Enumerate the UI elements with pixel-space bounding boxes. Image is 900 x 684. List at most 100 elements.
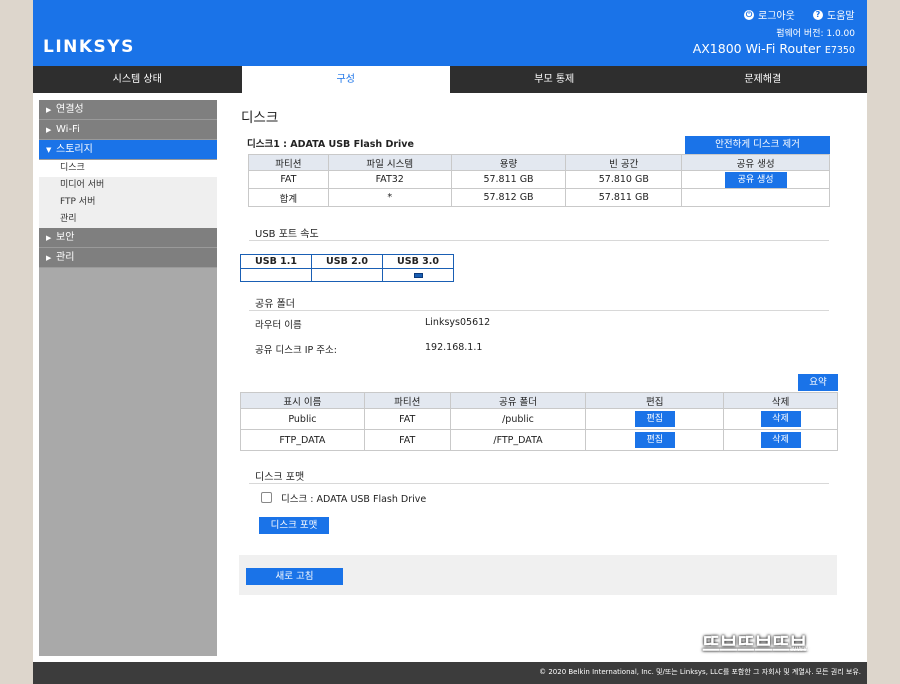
help-icon: ? [813,9,823,20]
col-header: 공유 폴더 [449,392,587,409]
format-disk-button[interactable]: 디스크 포맷 [259,517,329,534]
sidebar-sub-admin[interactable]: 관리 [39,211,217,228]
summary-button[interactable]: 요약 [798,374,838,391]
format-disk-checkbox[interactable] [261,492,272,503]
table-row: FTP_DATA FAT /FTP_DATA 편집 삭제 [240,429,838,451]
usb-cell [240,268,312,282]
col-header: 편집 [585,392,725,409]
logout-icon: ⏻ [744,9,754,20]
sidebar-item-label: 스토리지 [56,144,93,155]
router-name-label: 라우터 이름 [255,320,302,331]
disk-heading: 디스크1 : ADATA USB Flash Drive [247,139,414,150]
main-nav: 시스템 상태 구성 부모 통제 문제해결 [33,66,867,93]
cell: 57.812 GB [450,188,567,207]
router-name-value: Linksys05612 [425,317,491,328]
usb-cell [311,268,383,282]
edit-button[interactable]: 편집 [634,411,675,427]
format-section-title: 디스크 포맷 [255,472,305,483]
page-title: 디스크 [241,110,279,126]
tab-system-status[interactable]: 시스템 상태 [33,66,242,93]
cell: FTP_DATA [240,429,365,451]
router-admin-page: LINKSYS ⏻ 로그아웃 ? 도움말 펌웨어 버전: 1.0.00 AX18… [33,0,867,684]
usb-speed-table: USB 1.1 USB 2.0 USB 3.0 [240,254,454,282]
caret-right-icon: ▶ [46,126,52,134]
disk-table: 파티션 파일 시스템 용량 빈 공간 공유 생성 FAT FAT32 57.81… [248,154,830,207]
ip-label: 공유 디스크 IP 주소: [255,345,337,356]
col-header: 파티션 [363,392,451,409]
divider [249,310,829,311]
footer: © 2020 Belkin International, Inc. 및/또는 L… [33,662,867,684]
sidebar-sub-disk[interactable]: 디스크 [39,160,217,177]
caret-down-icon: ▼ [46,146,52,154]
sidebar-item-management[interactable]: ▶ 관리 [39,248,217,268]
usb-header: USB 3.0 [382,254,454,269]
cell: 삭제 [723,429,838,451]
share-table: 표시 이름 파티션 공유 폴더 편집 삭제 Public FAT /public… [240,392,838,451]
cell: FAT [363,429,451,451]
share-section-title: 공유 폴더 [255,299,295,310]
ip-value: 192.168.1.1 [425,342,483,353]
edit-button[interactable]: 편집 [634,432,675,448]
sidebar-item-label: Wi-Fi [56,124,80,135]
copyright-text: © 2020 Belkin International, Inc. 및/또는 L… [539,668,861,676]
cell: 공유 생성 [681,170,830,189]
usb-header: USB 2.0 [311,254,383,269]
tab-troubleshooting[interactable]: 문제해결 [659,66,868,93]
cell: 57.810 GB [565,170,683,189]
col-header: 파티션 [248,154,329,171]
refresh-button[interactable]: 새로 고침 [246,568,343,585]
col-header: 표시 이름 [240,392,365,409]
router-model: AX1800 Wi-Fi Router E7350 [693,41,855,56]
cell: 편집 [585,429,725,451]
table-row: Public FAT /public 편집 삭제 [240,408,838,430]
delete-button[interactable]: 삭제 [760,411,801,427]
model-code: E7350 [824,45,855,56]
help-link[interactable]: ? 도움말 [813,7,855,22]
header-bar: LINKSYS ⏻ 로그아웃 ? 도움말 펌웨어 버전: 1.0.00 AX18… [33,0,867,66]
divider [249,483,829,484]
create-share-button[interactable]: 공유 생성 [724,171,787,188]
safe-remove-button[interactable]: 안전하게 디스크 제거 [685,136,830,154]
sidebar-item-label: 연결성 [56,104,84,115]
action-bar: 새로 고침 [239,555,837,595]
sidebar-item-label: 관리 [56,252,75,263]
table-row: 합계 * 57.812 GB 57.811 GB [248,188,830,207]
table-row: FAT FAT32 57.811 GB 57.810 GB 공유 생성 [248,170,830,189]
cell: FAT [363,408,451,430]
tab-configuration[interactable]: 구성 [241,66,450,93]
logout-link[interactable]: ⏻ 로그아웃 [744,7,795,22]
caret-right-icon: ▶ [46,106,52,114]
sidebar-item-label: 보안 [56,232,75,243]
col-header: 공유 생성 [681,154,830,171]
sidebar: ▶ 연결성 ▶ Wi-Fi ▼ 스토리지 디스크 미디어 서버 FTP 서버 관리 ▶… [39,100,217,656]
sidebar-item-security[interactable]: ▶ 보안 [39,228,217,248]
usb-port-icon [413,272,423,278]
col-header: 빈 공간 [565,154,683,171]
linksys-logo: LINKSYS [43,37,135,57]
col-header: 삭제 [723,392,838,409]
logout-label: 로그아웃 [758,11,795,22]
sidebar-item-connectivity[interactable]: ▶ 연결성 [39,100,217,120]
cell: 57.811 GB [565,188,683,207]
tab-parental-control[interactable]: 부모 통제 [450,66,659,93]
usb-section-title: USB 포트 속도 [255,229,319,240]
sidebar-item-wifi[interactable]: ▶ Wi-Fi [39,120,217,140]
col-header: 파일 시스템 [327,154,452,171]
sidebar-item-storage[interactable]: ▼ 스토리지 [39,140,217,160]
firmware-version: 펌웨어 버전: 1.0.00 [776,29,855,39]
cell: Public [240,408,365,430]
usb-cell [382,268,454,282]
cell: 삭제 [723,408,838,430]
caret-right-icon: ▶ [46,254,52,262]
watermark-url: www.ddnbmg.com [790,644,865,653]
divider [249,240,829,241]
sidebar-sub-ftp-server[interactable]: FTP 서버 [39,194,217,211]
cell [681,188,830,207]
cell: 편집 [585,408,725,430]
sidebar-sub-media-server[interactable]: 미디어 서버 [39,177,217,194]
cell: FAT [248,170,329,189]
format-disk-label: 디스크 : ADATA USB Flash Drive [281,494,427,505]
delete-button[interactable]: 삭제 [760,432,801,448]
cell: * [327,188,452,207]
cell: 합계 [248,188,329,207]
